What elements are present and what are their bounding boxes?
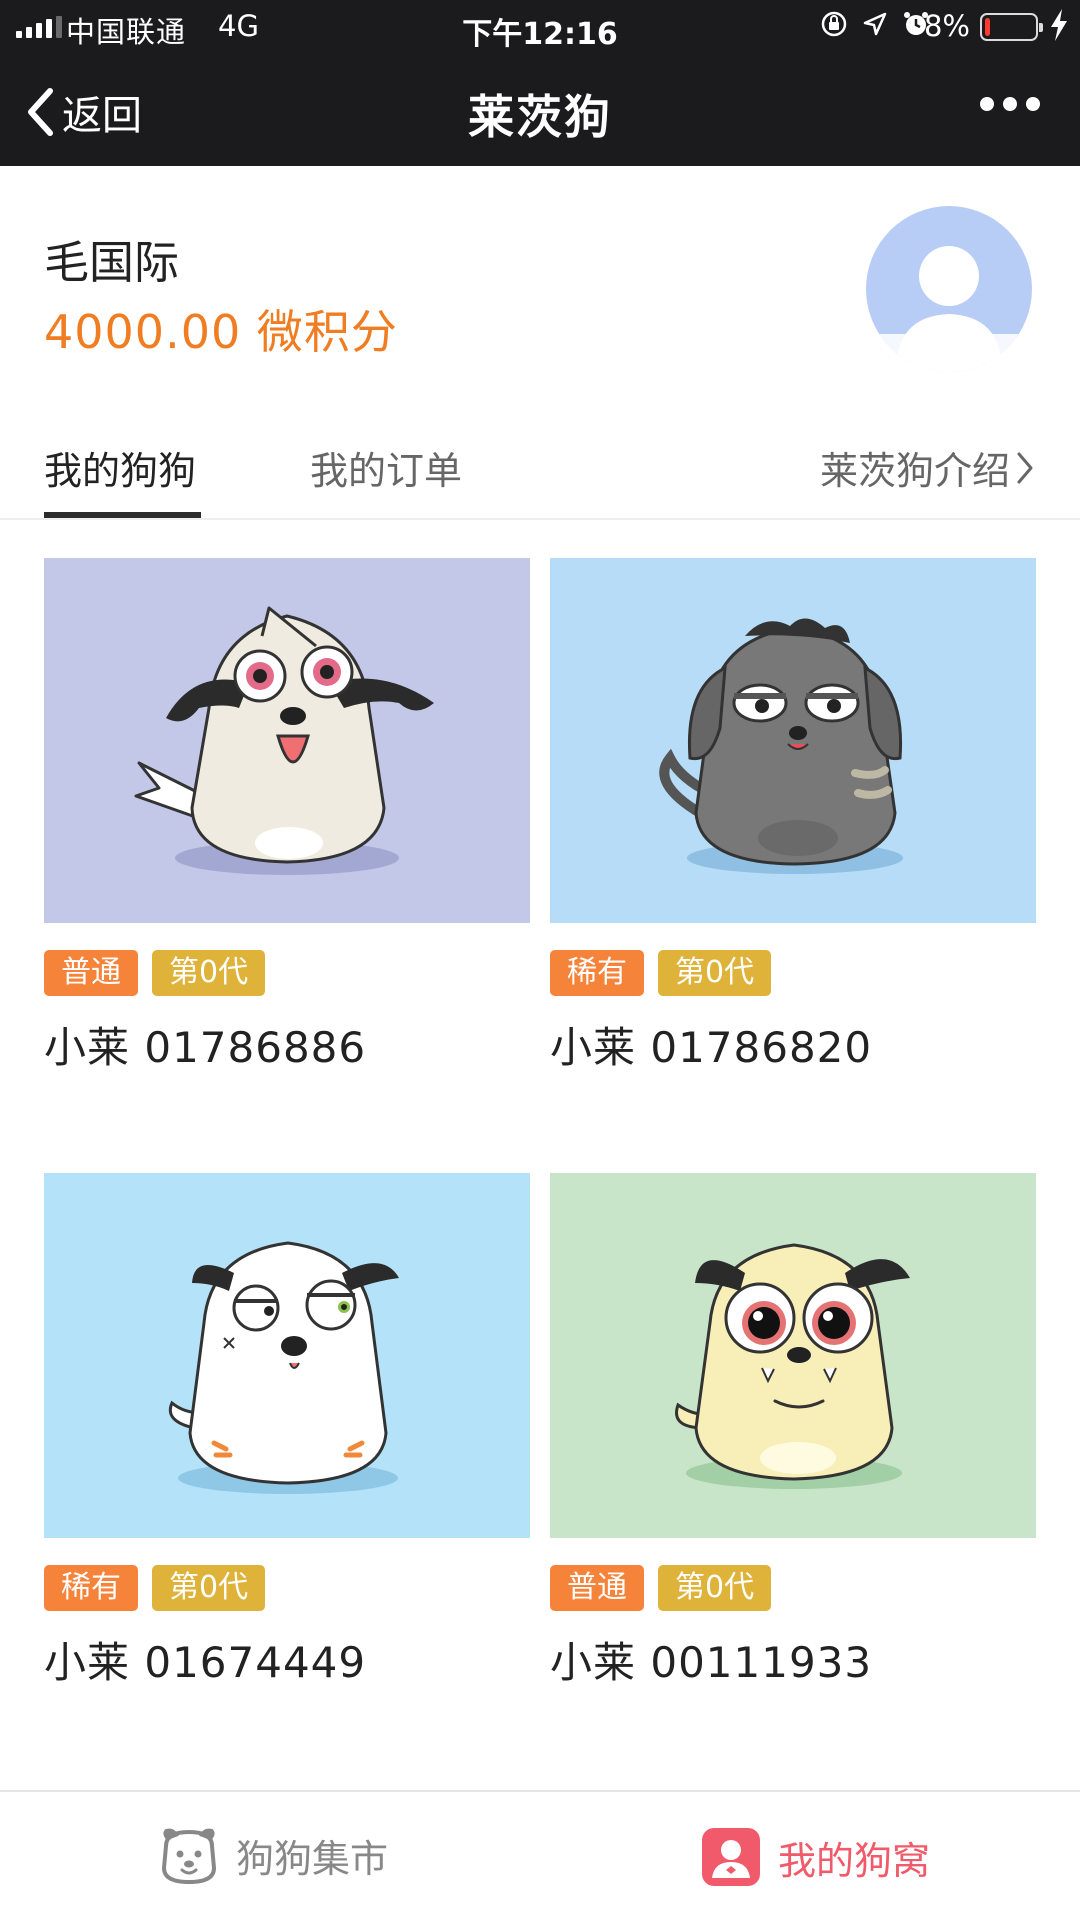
dog-face-icon	[161, 1828, 217, 1884]
nav-my-kennel[interactable]: 我的狗窝	[700, 1826, 930, 1888]
status-icons	[820, 10, 930, 38]
charging-icon	[1051, 9, 1067, 41]
battery-level-fill	[985, 18, 990, 36]
dog-badges: 稀有 第0代	[550, 950, 1036, 996]
dog-badges: 普通 第0代	[44, 950, 530, 996]
avatar[interactable]	[866, 206, 1032, 372]
generation-badge: 第0代	[152, 950, 266, 996]
navigation-bar: 返回 莱茨狗	[0, 55, 1080, 166]
status-bar: 中国联通 4G 下午12:16 8%	[0, 0, 1080, 55]
more-dot-icon	[1003, 97, 1017, 111]
nav-dog-market[interactable]: 狗狗集市	[158, 1826, 388, 1884]
dog-badges: 稀有 第0代	[44, 1565, 530, 1611]
my-kennel-icon	[702, 1828, 760, 1886]
rarity-badge: 普通	[550, 1565, 644, 1611]
nav-dog-market-label: 狗狗集市	[236, 1836, 389, 1881]
dog-name: 小莱 01786886	[44, 1023, 367, 1072]
rarity-badge: 稀有	[44, 1565, 138, 1611]
dog-badges: 普通 第0代	[550, 1565, 1036, 1611]
more-menu-button[interactable]	[980, 97, 1040, 111]
battery-percent: 8%	[923, 9, 970, 43]
dog-image	[550, 558, 1036, 923]
active-tab-indicator	[44, 512, 201, 518]
tab-bar: 我的狗狗 我的订单 莱茨狗介绍	[0, 416, 1080, 520]
dog-name: 小莱 01674449	[44, 1638, 367, 1687]
rarity-badge: 普通	[44, 950, 138, 996]
intro-link[interactable]: 莱茨狗介绍	[820, 440, 1034, 495]
generation-badge: 第0代	[658, 1565, 772, 1611]
orientation-lock-icon	[821, 11, 847, 37]
dog-image	[44, 1173, 530, 1538]
dog-card[interactable]: 稀有 第0代 小莱 01674449	[44, 1173, 530, 1690]
tab-my-dogs[interactable]: 我的狗狗	[44, 440, 196, 495]
generation-badge: 第0代	[152, 1565, 266, 1611]
location-icon	[863, 12, 887, 36]
dog-name: 小莱 00111933	[550, 1638, 873, 1687]
rarity-badge: 稀有	[550, 950, 644, 996]
more-dot-icon	[980, 97, 994, 111]
dog-card[interactable]: 普通 第0代 小莱 01786886	[44, 558, 530, 1075]
dog-card[interactable]: 稀有 第0代 小莱 01786820	[550, 558, 1036, 1075]
tab-my-orders[interactable]: 我的订单	[310, 440, 462, 495]
dog-image	[550, 1173, 1036, 1538]
battery-icon	[980, 13, 1043, 41]
generation-badge: 第0代	[658, 950, 772, 996]
default-user-icon	[866, 246, 1032, 372]
page-title: 莱茨狗	[468, 90, 612, 144]
bottom-navigation: 狗狗集市 我的狗窝	[0, 1790, 1080, 1920]
more-dot-icon	[1026, 97, 1040, 111]
intro-link-label: 莱茨狗介绍	[819, 449, 1010, 493]
points-balance: 4000.00 微积分	[44, 305, 398, 359]
user-profile: 毛国际 4000.00 微积分	[0, 166, 1080, 416]
dog-card[interactable]: 普通 第0代 小莱 00111933	[550, 1173, 1036, 1690]
dog-name: 小莱 01786820	[550, 1023, 873, 1072]
nav-my-kennel-label: 我的狗窝	[778, 1838, 931, 1883]
dog-image	[44, 558, 530, 923]
user-name: 毛国际	[44, 236, 180, 289]
chevron-right-icon	[1017, 452, 1033, 483]
